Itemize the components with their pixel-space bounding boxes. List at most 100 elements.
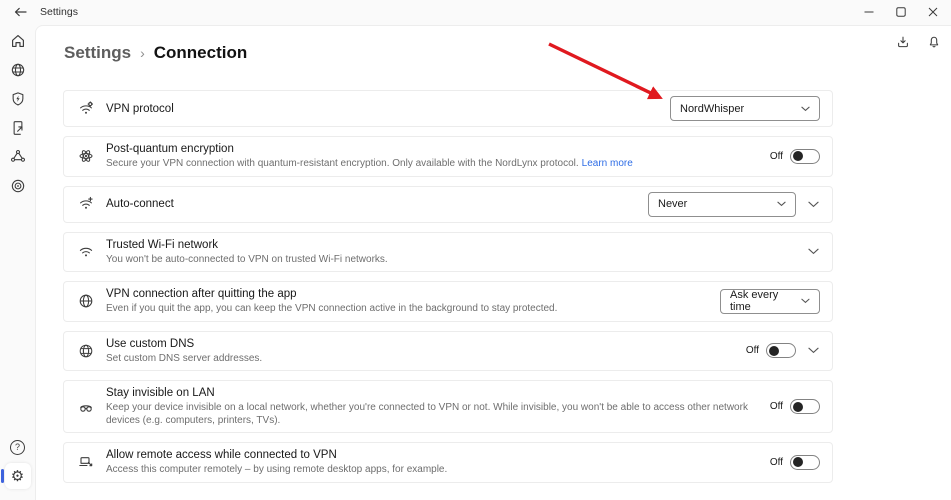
setting-text: Post-quantum encryption Secure your VPN … (106, 142, 759, 171)
minimize-button[interactable] (853, 0, 885, 24)
sidebar-item-threat-protection[interactable] (5, 86, 31, 112)
help-glyph: ? (15, 442, 20, 452)
row-controls: Ask every time (720, 289, 820, 314)
subtitle-text: Secure your VPN connection with quantum-… (106, 158, 579, 169)
settings-gear-icon: ⚙ (11, 469, 24, 484)
active-indicator (1, 469, 4, 483)
post-quantum-toggle[interactable] (790, 149, 820, 164)
auto-connect-select[interactable]: Never (648, 192, 796, 217)
atom-icon (77, 148, 95, 164)
bell-icon (927, 35, 941, 49)
setting-title: Allow remote access while connected to V… (106, 448, 751, 462)
sidebar-item-home[interactable] (5, 28, 31, 54)
row-controls: Off (746, 343, 820, 358)
expand-button[interactable] (806, 347, 820, 354)
row-controls: Off (770, 455, 820, 470)
file-share-icon (9, 119, 27, 137)
chevron-down-icon (801, 106, 810, 112)
setting-title: Auto-connect (106, 197, 629, 211)
vpn-after-quit-select[interactable]: Ask every time (720, 289, 820, 314)
breadcrumb-settings[interactable]: Settings (64, 43, 131, 63)
setting-title: VPN protocol (106, 102, 651, 116)
shield-bolt-icon (9, 90, 27, 108)
sidebar-item-settings[interactable]: ⚙ (5, 463, 31, 489)
breadcrumb: Settings › Connection (64, 43, 247, 63)
chevron-down-icon (808, 248, 819, 255)
maximize-icon (896, 7, 906, 17)
maximize-button[interactable] (885, 0, 917, 24)
setting-row-custom-dns: Use custom DNS Set custom DNS server add… (63, 331, 833, 372)
setting-text: VPN connection after quitting the app Ev… (106, 287, 709, 316)
setting-subtitle: Access this computer remotely – by using… (106, 464, 751, 477)
window-title: Settings (40, 6, 78, 18)
vpn-protocol-select[interactable]: NordWhisper (670, 96, 820, 121)
page-title: Connection (154, 43, 248, 63)
setting-text: Auto-connect (106, 197, 637, 211)
vpn-after-quit-value: Ask every time (730, 289, 801, 313)
setting-text: Trusted Wi-Fi network You won't be auto-… (106, 238, 795, 267)
expand-button[interactable] (806, 248, 820, 255)
setting-title: VPN connection after quitting the app (106, 287, 701, 301)
panel-actions (891, 30, 946, 54)
download-icon (896, 35, 910, 49)
setting-text: Allow remote access while connected to V… (106, 448, 759, 477)
downloads-button[interactable] (891, 30, 915, 54)
laptop-arrow-icon (77, 454, 95, 470)
learn-more-link[interactable]: Learn more (582, 158, 633, 169)
setting-title: Post-quantum encryption (106, 142, 751, 156)
toggle-state-label: Off (770, 401, 783, 412)
setting-title: Stay invisible on LAN (106, 386, 751, 400)
window-controls (853, 0, 949, 24)
setting-text: VPN protocol (106, 102, 659, 116)
toggle-knob (769, 346, 779, 356)
setting-subtitle: Even if you quit the app, you can keep t… (106, 303, 701, 316)
row-controls (806, 248, 820, 255)
close-icon (928, 7, 938, 17)
toggle-state-label: Off (746, 345, 759, 356)
target-icon (9, 177, 27, 195)
toggle-knob (793, 457, 803, 467)
toggle-group: Off (746, 343, 796, 358)
minimize-icon (864, 7, 874, 17)
sidebar-item-file-share[interactable] (5, 115, 31, 141)
expand-button[interactable] (806, 201, 820, 208)
row-controls: Off (770, 149, 820, 164)
toggle-knob (793, 151, 803, 161)
sidebar-item-countries[interactable] (5, 57, 31, 83)
setting-title: Use custom DNS (106, 337, 727, 351)
custom-dns-toggle[interactable] (766, 343, 796, 358)
help-icon: ? (10, 440, 25, 455)
breadcrumb-separator: › (140, 45, 145, 61)
invisible-lan-toggle[interactable] (790, 399, 820, 414)
setting-row-auto-connect: Auto-connect Never (63, 186, 833, 223)
row-controls: NordWhisper (670, 96, 820, 121)
globe-icon (77, 293, 95, 309)
setting-row-remote-access: Allow remote access while connected to V… (63, 442, 833, 483)
notifications-button[interactable] (922, 30, 946, 54)
close-button[interactable] (917, 0, 949, 24)
row-controls: Never (648, 192, 820, 217)
auto-connect-value: Never (658, 198, 687, 210)
toggle-group: Off (770, 149, 820, 164)
remote-access-toggle[interactable] (790, 455, 820, 470)
sidebar-item-dedicated-ip[interactable] (5, 173, 31, 199)
settings-rows: VPN protocol NordWhisper (63, 90, 833, 492)
toggle-group: Off (770, 399, 820, 414)
toggle-state-label: Off (770, 151, 783, 162)
sidebar-item-support[interactable]: ? (5, 434, 31, 460)
setting-title: Trusted Wi-Fi network (106, 238, 787, 252)
wifi-plus-icon (77, 196, 95, 212)
chevron-down-icon (808, 201, 819, 208)
setting-row-vpn-protocol: VPN protocol NordWhisper (63, 90, 833, 127)
row-controls: Off (770, 399, 820, 414)
setting-row-trusted-wifi: Trusted Wi-Fi network You won't be auto-… (63, 232, 833, 273)
chevron-down-icon (801, 298, 810, 304)
back-button[interactable] (11, 3, 29, 21)
wifi-icon (77, 244, 95, 260)
setting-row-vpn-after-quit: VPN connection after quitting the app Ev… (63, 281, 833, 322)
sidebar-item-meshnet[interactable] (5, 144, 31, 170)
meshnet-icon (9, 148, 27, 166)
chevron-down-icon (808, 347, 819, 354)
toggle-knob (793, 402, 803, 412)
setting-subtitle: Secure your VPN connection with quantum-… (106, 158, 751, 171)
